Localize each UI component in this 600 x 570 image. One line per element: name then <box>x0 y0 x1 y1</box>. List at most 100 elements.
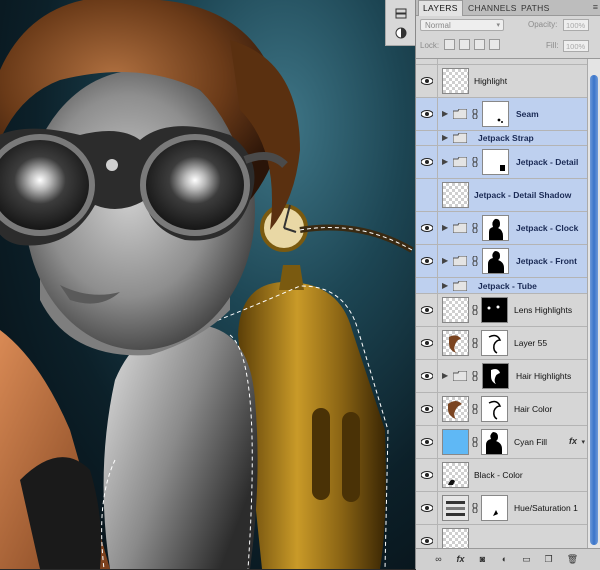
visibility-toggle[interactable] <box>416 393 438 425</box>
visibility-toggle[interactable] <box>416 278 438 293</box>
folder-icon <box>453 280 467 291</box>
layers-panel: LAYERS CHANNELS PATHS ≡ Normal ▾ Opacity… <box>415 0 600 570</box>
new-layer-icon[interactable]: ❐ <box>542 553 555 565</box>
eye-icon <box>421 339 433 347</box>
visibility-toggle[interactable] <box>416 131 438 145</box>
visibility-toggle[interactable] <box>416 459 438 491</box>
visibility-toggle[interactable] <box>416 525 438 548</box>
add-mask-icon[interactable]: ◙ <box>476 553 489 565</box>
visibility-toggle[interactable] <box>416 146 438 178</box>
layers-panel-icon[interactable] <box>394 6 408 20</box>
layer-row[interactable]: ▶ Jetpack - Clock <box>416 212 587 245</box>
layer-mask-thumbnail <box>482 248 509 274</box>
layer-row[interactable]: ▶ Jetpack Strap <box>416 131 587 146</box>
chevron-down-icon: ▾ <box>496 22 500 29</box>
layer-row[interactable]: Jetpack - Detail Shadow <box>416 179 587 212</box>
visibility-toggle[interactable] <box>416 59 438 64</box>
link-icon[interactable] <box>472 256 478 266</box>
disclosure-triangle-icon[interactable]: ▶ <box>442 109 448 118</box>
fx-icon[interactable]: fx <box>569 436 577 446</box>
trash-icon[interactable]: 🗑 <box>566 553 579 565</box>
fill-color-swatch[interactable] <box>442 429 469 455</box>
blend-mode-value: Normal <box>425 21 451 30</box>
eye-icon <box>421 438 433 446</box>
eye-icon <box>421 59 433 62</box>
visibility-toggle[interactable] <box>416 294 438 326</box>
link-layers-icon[interactable]: ∞ <box>432 553 445 565</box>
scrollbar-thumb[interactable] <box>590 75 598 545</box>
link-icon[interactable] <box>472 305 478 315</box>
layer-row[interactable]: Hue/Saturation 1 <box>416 492 587 525</box>
adjustment-icon[interactable] <box>442 495 469 521</box>
adjustment-layer-icon[interactable]: ◐ <box>498 553 511 565</box>
document-canvas[interactable] <box>0 0 415 569</box>
panel-menu-icon[interactable]: ≡ <box>593 2 598 12</box>
disclosure-triangle-icon[interactable]: ▶ <box>442 371 448 380</box>
chevron-down-icon[interactable]: ▾ <box>581 438 585 446</box>
layer-name: Lens Highlights <box>514 305 573 315</box>
link-icon[interactable] <box>472 503 478 513</box>
layer-row[interactable]: ▶ Hair Highlights <box>416 360 587 393</box>
link-icon[interactable] <box>472 338 478 348</box>
lock-pixels-icon[interactable] <box>459 39 470 50</box>
disclosure-triangle-icon[interactable]: ▶ <box>442 157 448 166</box>
layer-mask-thumbnail <box>481 429 508 455</box>
layer-mask-thumbnail <box>482 101 509 127</box>
fx-icon[interactable]: fx <box>454 553 467 565</box>
visibility-toggle[interactable] <box>416 426 438 458</box>
layer-row[interactable]: ▶ Jetpack - Front <box>416 245 587 278</box>
layer-list-scrollbar[interactable] <box>587 59 600 548</box>
folder-icon <box>453 133 467 143</box>
layer-row[interactable]: ▶ Seam <box>416 98 587 131</box>
layer-list: Highlight ▶ Seam ▶ Jetpack Strap ▶ Jetpa… <box>416 59 587 548</box>
eye-icon <box>421 158 433 166</box>
visibility-toggle[interactable] <box>416 492 438 524</box>
folder-icon <box>453 371 467 381</box>
link-icon[interactable] <box>472 371 478 381</box>
visibility-toggle[interactable] <box>416 327 438 359</box>
disclosure-triangle-icon[interactable]: ▶ <box>442 281 448 290</box>
layer-row[interactable]: ▶ Jetpack - Detail <box>416 146 587 179</box>
layer-row[interactable]: Black - Color <box>416 459 587 492</box>
opacity-label: Opacity: <box>528 20 558 29</box>
link-icon[interactable] <box>472 109 478 119</box>
layer-row[interactable]: Highlight <box>416 65 587 98</box>
lock-position-icon[interactable] <box>474 39 485 50</box>
link-icon[interactable] <box>472 437 478 447</box>
blend-mode-select[interactable]: Normal ▾ <box>420 19 504 31</box>
visibility-toggle[interactable] <box>416 245 438 277</box>
panel-bottom-toolbar: ∞ fx ◙ ◐ ▭ ❐ 🗑 <box>416 548 600 570</box>
disclosure-triangle-icon[interactable]: ▶ <box>442 256 448 265</box>
lock-transparent-icon[interactable] <box>444 39 455 50</box>
opacity-field[interactable]: 100% <box>563 19 589 31</box>
link-icon[interactable] <box>472 223 478 233</box>
layer-name: Jetpack - Front <box>516 256 577 266</box>
visibility-toggle[interactable] <box>416 179 438 211</box>
new-group-icon[interactable]: ▭ <box>520 553 533 565</box>
layer-row[interactable]: Lens Highlights <box>416 294 587 327</box>
layer-row[interactable]: Layer 55 <box>416 327 587 360</box>
layer-row[interactable] <box>416 525 587 548</box>
layer-name: Jetpack - Detail Shadow <box>474 190 572 200</box>
link-icon[interactable] <box>472 157 478 167</box>
tab-paths[interactable]: PATHS <box>517 1 554 15</box>
visibility-toggle[interactable] <box>416 360 438 392</box>
layer-name: Cyan Fill <box>514 437 548 447</box>
disclosure-triangle-icon[interactable]: ▶ <box>442 133 448 142</box>
layer-row[interactable]: Cyan Fill fx ▾ <box>416 426 587 459</box>
visibility-toggle[interactable] <box>416 65 438 97</box>
tab-channels[interactable]: CHANNELS <box>464 1 521 15</box>
layer-row[interactable]: ▶ Jetpack - Tube <box>416 278 587 294</box>
fill-field[interactable]: 100% <box>563 40 589 52</box>
link-icon[interactable] <box>472 404 478 414</box>
eye-icon <box>421 537 433 545</box>
layer-row[interactable]: Hair Color <box>416 393 587 426</box>
adjustments-panel-icon[interactable] <box>394 26 408 40</box>
lock-all-icon[interactable] <box>489 39 500 50</box>
disclosure-triangle-icon[interactable]: ▶ <box>442 223 448 232</box>
visibility-toggle[interactable] <box>416 98 438 130</box>
layer-mask-thumbnail <box>481 330 508 356</box>
tab-layers[interactable]: LAYERS <box>418 0 463 16</box>
visibility-toggle[interactable] <box>416 212 438 244</box>
layer-name: Jetpack - Detail <box>516 157 579 167</box>
